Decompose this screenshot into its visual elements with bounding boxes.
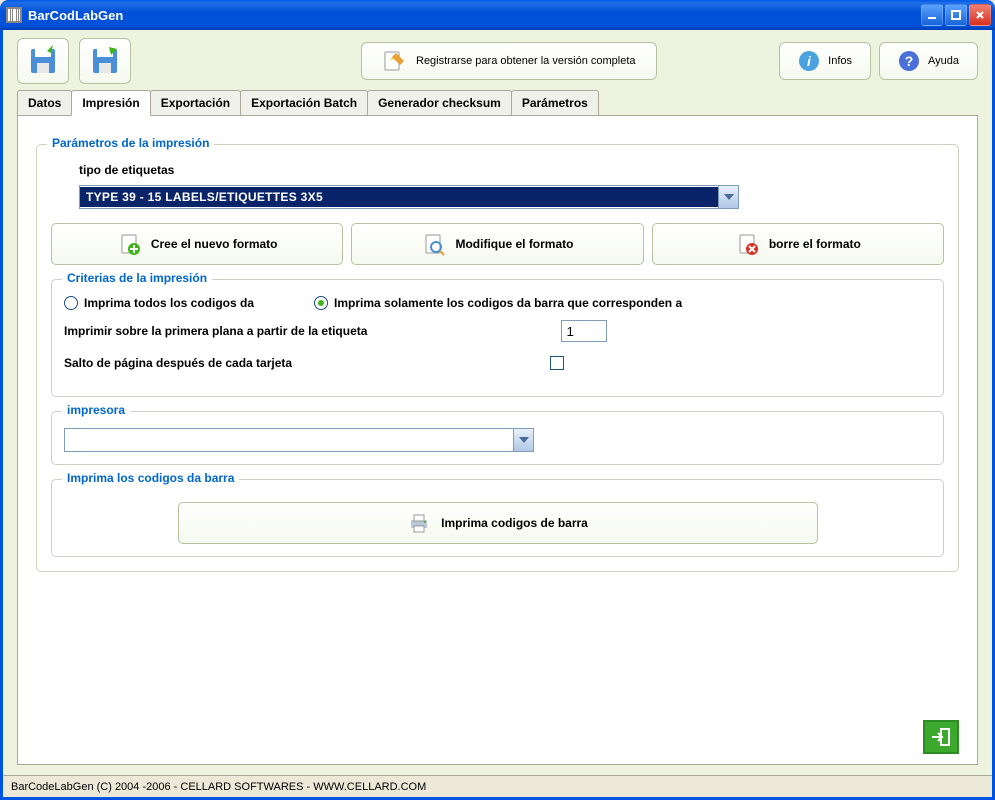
save-button[interactable] <box>79 38 131 84</box>
radio-all-label: Imprima todos los codigos da <box>84 296 254 310</box>
modify-format-label: Modifique el formato <box>455 237 573 251</box>
label-type-value: TYPE 39 - 15 LABELS/ETIQUETTES 3X5 <box>80 187 718 207</box>
statusbar-text: BarCodeLabGen (C) 2004 -2006 - CELLARD S… <box>11 781 426 793</box>
page-break-label: Salto de página después de cada tarjeta <box>64 356 292 370</box>
criteria-fieldset: Criterias de la impresión Imprima todos … <box>51 279 944 397</box>
info-icon: i <box>798 50 820 72</box>
tab-impresion[interactable]: Impresión <box>71 90 150 116</box>
delete-format-button[interactable]: borre el formato <box>652 223 944 265</box>
page-delete-icon <box>735 232 759 256</box>
infos-label: Infos <box>828 55 852 67</box>
print-params-fieldset: Parámetros de la impresión tipo de etiqu… <box>36 144 959 572</box>
radio-checked-icon <box>314 296 328 310</box>
radio-print-all[interactable]: Imprima todos los codigos da <box>64 296 254 310</box>
register-button[interactable]: Registrarse para obtener la versión comp… <box>361 42 657 80</box>
tab-datos[interactable]: Datos <box>17 90 72 115</box>
toolbar: Registrarse para obtener la versión comp… <box>3 30 992 92</box>
first-page-input[interactable] <box>561 320 607 342</box>
tab-generador-checksum[interactable]: Generador checksum <box>367 90 512 115</box>
printer-icon <box>407 511 431 535</box>
floppy-save-icon <box>89 45 121 77</box>
tab-exportacion-batch[interactable]: Exportación Batch <box>240 90 368 115</box>
help-label: Ayuda <box>928 55 959 67</box>
printer-value <box>65 437 513 443</box>
printer-select[interactable] <box>64 428 534 452</box>
radio-print-only[interactable]: Imprima solamente los codigos da barra q… <box>314 296 682 310</box>
exit-button[interactable] <box>923 720 959 754</box>
print-params-legend: Parámetros de la impresión <box>47 136 214 150</box>
floppy-open-icon <box>27 45 59 77</box>
first-page-label: Imprimir sobre la primera plana a partir… <box>64 324 367 338</box>
radio-only-label: Imprima solamente los codigos da barra q… <box>334 296 682 310</box>
radio-icon <box>64 296 78 310</box>
statusbar: BarCodeLabGen (C) 2004 -2006 - CELLARD S… <box>3 775 992 797</box>
help-icon: ? <box>898 50 920 72</box>
printer-legend: impresora <box>62 403 130 417</box>
modify-format-button[interactable]: Modifique el formato <box>351 223 643 265</box>
label-type-label: tipo de etiquetas <box>79 163 944 177</box>
open-button[interactable] <box>17 38 69 84</box>
titlebar: BarCodLabGen <box>0 0 995 30</box>
create-format-button[interactable]: Cree el nuevo formato <box>51 223 343 265</box>
chevron-down-icon[interactable] <box>718 186 738 208</box>
tabs: Datos Impresión Exportación Exportación … <box>3 90 992 115</box>
chevron-down-icon[interactable] <box>513 429 533 451</box>
exit-icon <box>930 726 952 748</box>
page-break-checkbox[interactable] <box>550 356 564 370</box>
page-add-icon <box>117 232 141 256</box>
create-format-label: Cree el nuevo formato <box>151 237 278 251</box>
print-section-fieldset: Imprima los codigos da barra Imprima cod… <box>51 479 944 557</box>
pencil-paper-icon <box>382 49 406 73</box>
print-barcodes-button[interactable]: Imprima codigos de barra <box>178 502 818 544</box>
app-icon <box>6 7 22 23</box>
tab-exportacion[interactable]: Exportación <box>150 90 241 115</box>
maximize-button[interactable] <box>945 4 967 26</box>
svg-text:?: ? <box>905 53 914 69</box>
print-barcodes-label: Imprima codigos de barra <box>441 516 588 530</box>
minimize-button[interactable] <box>921 4 943 26</box>
label-type-select[interactable]: TYPE 39 - 15 LABELS/ETIQUETTES 3X5 <box>79 185 739 209</box>
register-label: Registrarse para obtener la versión comp… <box>416 55 636 67</box>
printer-fieldset: impresora <box>51 411 944 465</box>
window-title: BarCodLabGen <box>28 8 921 23</box>
tab-panel: Parámetros de la impresión tipo de etiqu… <box>17 115 978 765</box>
criteria-legend: Criterias de la impresión <box>62 271 212 285</box>
page-search-icon <box>421 232 445 256</box>
close-button[interactable] <box>969 4 991 26</box>
infos-button[interactable]: i Infos <box>779 42 871 80</box>
print-section-legend: Imprima los codigos da barra <box>62 471 239 485</box>
delete-format-label: borre el formato <box>769 237 861 251</box>
help-button[interactable]: ? Ayuda <box>879 42 978 80</box>
tab-parametros[interactable]: Parámetros <box>511 90 599 115</box>
